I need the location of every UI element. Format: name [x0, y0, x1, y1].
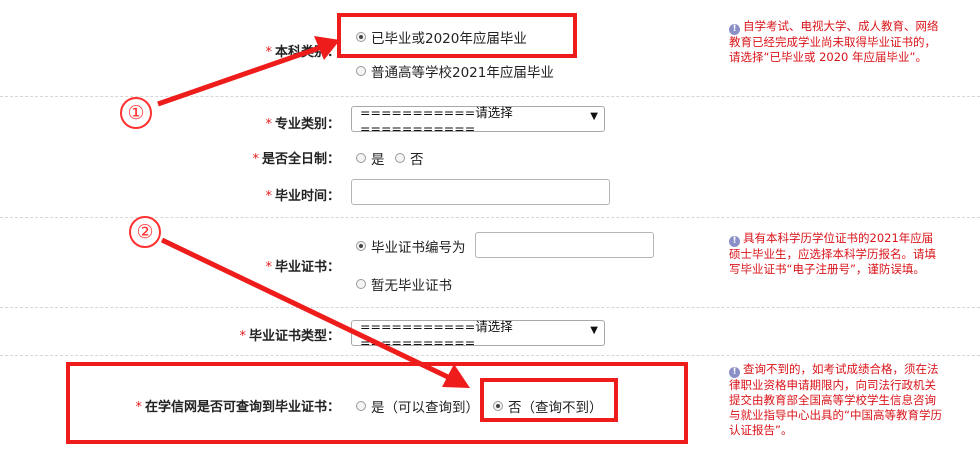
radio-checked[interactable]	[356, 241, 366, 251]
marker-1: ①	[120, 97, 152, 129]
degree-type-hint: ! 自学考试、电视大学、成人教育、网络教育已经完成学业尚未取得毕业证书的，请选择“…	[729, 19, 939, 64]
info-icon: !	[729, 367, 740, 378]
degree-type-label: * 本科类别：	[265, 45, 340, 60]
row-separator	[0, 355, 980, 356]
major-category-label: * 专业类别：	[265, 117, 340, 132]
graduation-time-label: * 毕业时间：	[265, 189, 340, 204]
full-time-label: * 是否全日制：	[252, 152, 340, 167]
chevron-down-icon: ▼	[590, 111, 598, 122]
row-separator	[0, 96, 980, 97]
diploma-type-label: * 毕业证书类型：	[239, 329, 340, 344]
diploma-type-select[interactable]: ===========请选择=========== ▼	[351, 319, 605, 350]
info-icon: !	[729, 236, 740, 247]
row-separator	[0, 307, 980, 308]
major-category-select[interactable]: ===========请选择=========== ▼	[351, 105, 605, 136]
marker-2: ②	[129, 216, 161, 248]
diploma-option-number[interactable]: 毕业证书编号为	[356, 236, 466, 256]
radio[interactable]	[356, 279, 366, 289]
radio[interactable]	[356, 153, 366, 163]
radio[interactable]	[395, 153, 405, 163]
highlight-box-not-found	[480, 378, 618, 422]
diploma-label: * 毕业证书：	[265, 260, 340, 275]
chsi-query-hint: ! 查询不到的，如考试成绩合格，须在法律职业资格申请期限内，向司法行政机关提交由教…	[729, 362, 942, 437]
highlight-box-graduated	[337, 13, 577, 58]
chevron-down-icon: ▼	[590, 325, 598, 336]
diploma-option-none[interactable]: 暂无毕业证书	[356, 274, 452, 294]
diploma-hint: ! 具有本科学历学位证书的2021年应届硕士毕业生，应选择本科学历报名。请填写毕业…	[729, 231, 936, 276]
graduation-time-input[interactable]	[351, 179, 610, 205]
radio[interactable]	[356, 66, 366, 76]
full-time-option-yes[interactable]: 是	[356, 148, 385, 168]
diploma-number-input[interactable]	[475, 232, 654, 258]
degree-type-option-2021[interactable]: 普通高等学校2021年应届毕业	[356, 61, 554, 81]
info-icon: !	[729, 24, 740, 35]
full-time-option-no[interactable]: 否	[395, 148, 424, 168]
